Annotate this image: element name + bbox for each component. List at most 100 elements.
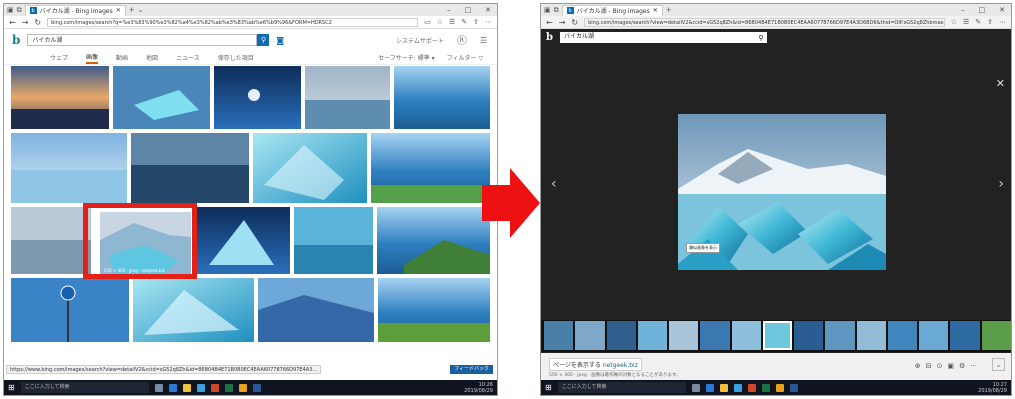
safesearch-dropdown[interactable]: セーフサーチ: 標準 ▾ [378, 53, 435, 62]
film-thumb[interactable] [700, 321, 730, 350]
share-icon[interactable]: ⇪ [987, 18, 993, 26]
favorite-star-icon[interactable]: ☆ [951, 18, 957, 26]
taskbar-search[interactable]: ここに入力して検索 [20, 382, 149, 393]
task-view-icon[interactable] [154, 383, 163, 392]
close-viewer-icon[interactable]: ✕ [996, 77, 1005, 90]
result-image[interactable] [253, 133, 367, 203]
film-thumb[interactable] [981, 321, 1011, 350]
chrome-icon[interactable] [238, 383, 247, 392]
windows-start-icon[interactable]: ⊞ [545, 383, 552, 392]
share-icon[interactable]: ⊙ [937, 362, 943, 370]
film-thumb[interactable] [794, 321, 824, 350]
result-image[interactable] [394, 66, 490, 129]
office-icon[interactable] [210, 383, 219, 392]
maximize-button[interactable]: □ [979, 6, 986, 14]
fullscreen-icon[interactable]: ▣ [947, 362, 954, 370]
film-thumb[interactable] [887, 321, 918, 350]
search-icon[interactable]: ⚲ [755, 32, 767, 43]
tab-preview-icon[interactable]: ⧉ [554, 6, 559, 15]
reading-view-icon[interactable]: ▭ [424, 18, 431, 26]
tab-maps[interactable]: 地図 [146, 53, 158, 62]
back-icon[interactable]: ← [546, 18, 553, 27]
minimize-button[interactable]: – [961, 6, 965, 14]
favorites-hub-icon[interactable]: ☰ [963, 18, 969, 26]
settings-icon[interactable]: ⚙ [959, 362, 965, 370]
film-thumb[interactable] [544, 321, 574, 350]
forward-icon[interactable]: → [22, 18, 29, 27]
tab-list-icon[interactable]: ⌄ [138, 6, 144, 14]
explorer-icon[interactable] [719, 383, 728, 392]
back-icon[interactable]: ← [9, 18, 16, 27]
result-image[interactable] [113, 66, 210, 129]
pen-icon[interactable]: ✎ [975, 18, 981, 26]
taskbar-search[interactable]: ここに入力して検索 [557, 382, 686, 393]
refresh-icon[interactable]: ↻ [571, 18, 578, 27]
browser-tab[interactable]: b バイカル湖 - Bing images ✕ [24, 4, 126, 16]
tab-close-icon[interactable]: ✕ [653, 7, 658, 14]
edge-icon[interactable] [705, 383, 714, 392]
tab-news[interactable]: ニュース [176, 53, 200, 62]
favorites-hub-icon[interactable]: ☰ [449, 18, 455, 26]
signin-label[interactable]: システムサポート [396, 36, 444, 45]
system-tray[interactable]: 10:27 2019/08/29 [978, 382, 1011, 394]
film-thumb[interactable] [575, 321, 605, 350]
result-image[interactable] [11, 207, 91, 274]
tabs-aside-icon[interactable]: ▣ [7, 6, 14, 14]
result-image[interactable] [378, 278, 490, 342]
browser-tab[interactable]: b バイカル湖 - Bing images ✕ [561, 4, 663, 16]
result-image[interactable] [11, 66, 109, 129]
result-image[interactable] [11, 278, 129, 342]
film-thumb[interactable] [731, 321, 761, 350]
tab-close-icon[interactable]: ✕ [116, 7, 121, 14]
result-image[interactable] [11, 133, 127, 203]
edge-icon[interactable] [168, 383, 177, 392]
result-image[interactable] [214, 66, 301, 129]
refresh-icon[interactable]: ↻ [34, 18, 41, 27]
tab-images[interactable]: 画像 [86, 52, 99, 64]
result-image[interactable] [305, 66, 390, 129]
film-thumb[interactable] [606, 321, 636, 350]
forward-icon[interactable]: → [559, 18, 566, 27]
search-button[interactable]: ⚲ [257, 34, 270, 46]
system-tray[interactable]: 10:26 2019/08/29 [464, 382, 497, 394]
excel-icon[interactable] [224, 383, 233, 392]
store-icon[interactable] [196, 383, 205, 392]
expand-icon[interactable]: ⌄ [992, 358, 1005, 371]
film-thumb[interactable] [637, 321, 668, 350]
visit-page-button[interactable]: ページを表示する netgeek.biz [549, 358, 642, 371]
excel-icon[interactable] [761, 383, 770, 392]
word-icon[interactable] [789, 383, 798, 392]
favorite-star-icon[interactable]: ☆ [437, 18, 443, 26]
bing-logo[interactable]: b [546, 32, 553, 43]
filter-button[interactable]: フィルター ▽ [447, 53, 483, 62]
tab-saved[interactable]: 保存した項目 [218, 53, 254, 62]
film-thumb[interactable] [919, 321, 949, 350]
explorer-icon[interactable] [182, 383, 191, 392]
bing-logo[interactable]: b [12, 33, 20, 47]
next-image-icon[interactable]: › [998, 176, 1004, 192]
prev-image-icon[interactable]: ‹ [551, 176, 557, 192]
more-icon[interactable]: ⋯ [485, 18, 492, 26]
film-thumb[interactable] [825, 321, 855, 350]
url-field[interactable]: bing.com/images/search?view=detailV2&cci… [584, 17, 945, 27]
close-window-button[interactable]: ✕ [485, 6, 491, 14]
new-tab-icon[interactable]: + [129, 6, 135, 14]
visual-search-icon[interactable]: ⊕ [915, 362, 921, 370]
store-icon[interactable] [733, 383, 742, 392]
result-image[interactable] [258, 278, 374, 342]
more-actions[interactable]: ··· [970, 362, 977, 370]
tab-preview-icon[interactable]: ⧉ [17, 6, 22, 15]
result-image[interactable] [294, 207, 373, 274]
search-input[interactable]: バイカル湖 [560, 32, 756, 43]
close-window-button[interactable]: ✕ [999, 6, 1005, 14]
menu-icon[interactable]: ☰ [480, 36, 487, 45]
search-input[interactable]: バイカル湖 [27, 34, 258, 46]
office-icon[interactable] [747, 383, 756, 392]
result-image[interactable] [371, 133, 490, 203]
film-thumb[interactable] [950, 321, 980, 350]
minimize-button[interactable]: – [447, 6, 451, 14]
url-field[interactable]: bing.com/images/search?q=%e3%83%90%e3%82… [47, 17, 419, 27]
tabs-aside-icon[interactable]: ▣ [544, 6, 551, 14]
result-image[interactable] [133, 278, 254, 342]
camera-icon[interactable]: ◙ [276, 36, 284, 45]
